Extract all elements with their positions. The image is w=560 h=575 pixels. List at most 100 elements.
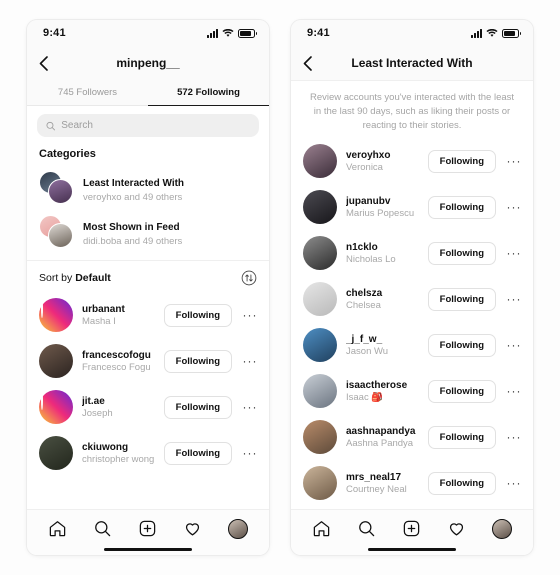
avatar[interactable] — [303, 466, 337, 501]
home-icon[interactable] — [48, 519, 67, 538]
avatar[interactable] — [39, 344, 73, 378]
list-item[interactable]: chelsza Chelsea Following ··· — [291, 276, 533, 322]
category-most-shown[interactable]: Most Shown in Feed didi.boba and 49 othe… — [27, 210, 269, 254]
username: _j_f_w_ — [346, 333, 383, 345]
bottom-tab-bar — [291, 509, 533, 555]
category-subtitle: didi.boba and 49 others — [83, 236, 183, 247]
fullname: Aashna Pandya — [346, 437, 414, 449]
avatar[interactable] — [39, 298, 73, 332]
username: n1cklo — [346, 241, 378, 253]
fullname: Veronica — [346, 161, 383, 173]
profile-avatar[interactable] — [228, 518, 248, 539]
categories-heading: Categories — [39, 148, 96, 160]
list-item[interactable]: francescofogu Francesco Fogu Following ·… — [27, 338, 269, 384]
category-title: Most Shown in Feed — [83, 222, 180, 233]
more-options-icon[interactable]: ··· — [505, 200, 523, 214]
more-options-icon[interactable]: ··· — [241, 354, 259, 368]
list-item[interactable]: ckiuwong christopher wong Following ··· — [27, 430, 269, 476]
more-options-icon[interactable]: ··· — [505, 476, 523, 490]
list-item[interactable]: jupanubv Marius Popescu Following ··· — [291, 184, 533, 230]
signal-bars-icon — [471, 28, 482, 38]
avatar — [48, 179, 73, 204]
add-post-icon[interactable] — [402, 519, 421, 538]
username: chelsza — [346, 287, 383, 299]
search-bar[interactable] — [37, 114, 259, 137]
more-options-icon[interactable]: ··· — [505, 430, 523, 444]
avatar[interactable] — [303, 374, 337, 409]
following-button[interactable]: Following — [427, 333, 496, 357]
avatar[interactable] — [303, 190, 337, 225]
following-button[interactable]: Following — [427, 149, 496, 173]
more-options-icon[interactable]: ··· — [241, 446, 259, 460]
page-title: Least Interacted With — [351, 56, 473, 70]
following-button[interactable]: Following — [163, 441, 232, 465]
more-options-icon[interactable]: ··· — [505, 338, 523, 352]
following-button[interactable]: Following — [163, 395, 232, 419]
search-input[interactable] — [61, 120, 250, 131]
heart-icon[interactable] — [183, 519, 202, 538]
add-post-icon[interactable] — [138, 519, 157, 538]
sort-prefix: Sort by — [39, 272, 76, 284]
sort-label[interactable]: Sort by Default — [39, 272, 111, 284]
home-icon[interactable] — [312, 519, 331, 538]
username: ckiuwong — [82, 441, 129, 453]
avatar[interactable] — [303, 328, 337, 363]
page-title: minpeng__ — [116, 56, 180, 70]
following-button[interactable]: Following — [163, 303, 232, 327]
more-options-icon[interactable]: ··· — [505, 154, 523, 168]
list-item[interactable]: _j_f_w_ Jason Wu Following ··· — [291, 322, 533, 368]
back-button[interactable] — [303, 55, 323, 71]
search-icon — [46, 121, 56, 130]
category-subtitle: veroyhxo and 49 others — [83, 192, 183, 203]
status-bar: 9:41 — [291, 20, 533, 46]
home-indicator — [104, 548, 192, 551]
fullname: Nicholas Lo — [346, 253, 396, 265]
avatar[interactable] — [303, 282, 337, 317]
fullname: Francesco Fogu — [82, 361, 151, 373]
heart-icon[interactable] — [447, 519, 466, 538]
list-item[interactable]: isaactherose Isaac 🎒 Following ··· — [291, 368, 533, 414]
screenshot-stage: 9:41 minpeng__ 745 Followers 572 Followi… — [0, 0, 560, 575]
following-button[interactable]: Following — [427, 425, 496, 449]
list-item[interactable]: urbanant Masha I Following ··· — [27, 292, 269, 338]
wifi-icon — [486, 28, 498, 37]
status-icons — [207, 28, 257, 38]
chevron-left-icon — [303, 55, 312, 71]
following-button[interactable]: Following — [427, 379, 496, 403]
more-options-icon[interactable]: ··· — [505, 246, 523, 260]
tab-followers[interactable]: 745 Followers — [27, 80, 148, 106]
fullname: Marius Popescu — [346, 207, 415, 219]
more-options-icon[interactable]: ··· — [505, 384, 523, 398]
search-icon[interactable] — [357, 519, 376, 538]
category-avatar-stack — [39, 215, 73, 249]
tab-following[interactable]: 572 Following — [148, 80, 269, 106]
avatar — [48, 223, 73, 248]
following-button[interactable]: Following — [427, 195, 496, 219]
search-section — [27, 106, 269, 143]
username: veroyhxo — [346, 149, 391, 161]
sort-arrows-icon[interactable] — [241, 270, 257, 286]
following-button[interactable]: Following — [427, 471, 496, 495]
back-button[interactable] — [39, 55, 59, 71]
following-button[interactable]: Following — [163, 349, 232, 373]
avatar[interactable] — [303, 236, 337, 271]
list-item[interactable]: mrs_neal17 Courtney Neal Following ··· — [291, 460, 533, 506]
more-options-icon[interactable]: ··· — [505, 292, 523, 306]
list-item[interactable]: veroyhxo Veronica Following ··· — [291, 138, 533, 184]
more-options-icon[interactable]: ··· — [241, 400, 259, 414]
list-item[interactable]: n1cklo Nicholas Lo Following ··· — [291, 230, 533, 276]
avatar[interactable] — [303, 144, 337, 179]
following-button[interactable]: Following — [427, 241, 496, 265]
search-icon[interactable] — [93, 519, 112, 538]
fullname: christopher wong — [82, 453, 155, 465]
sort-value: Default — [75, 272, 111, 284]
list-item[interactable]: jit.ae Joseph Following ··· — [27, 384, 269, 430]
list-item[interactable]: aashnapandya Aashna Pandya Following ··· — [291, 414, 533, 460]
category-least-interacted[interactable]: Least Interacted With veroyhxo and 49 ot… — [27, 166, 269, 210]
profile-avatar[interactable] — [492, 518, 512, 539]
avatar[interactable] — [39, 390, 73, 424]
avatar[interactable] — [39, 436, 73, 470]
following-button[interactable]: Following — [427, 287, 496, 311]
avatar[interactable] — [303, 420, 337, 455]
more-options-icon[interactable]: ··· — [241, 308, 259, 322]
